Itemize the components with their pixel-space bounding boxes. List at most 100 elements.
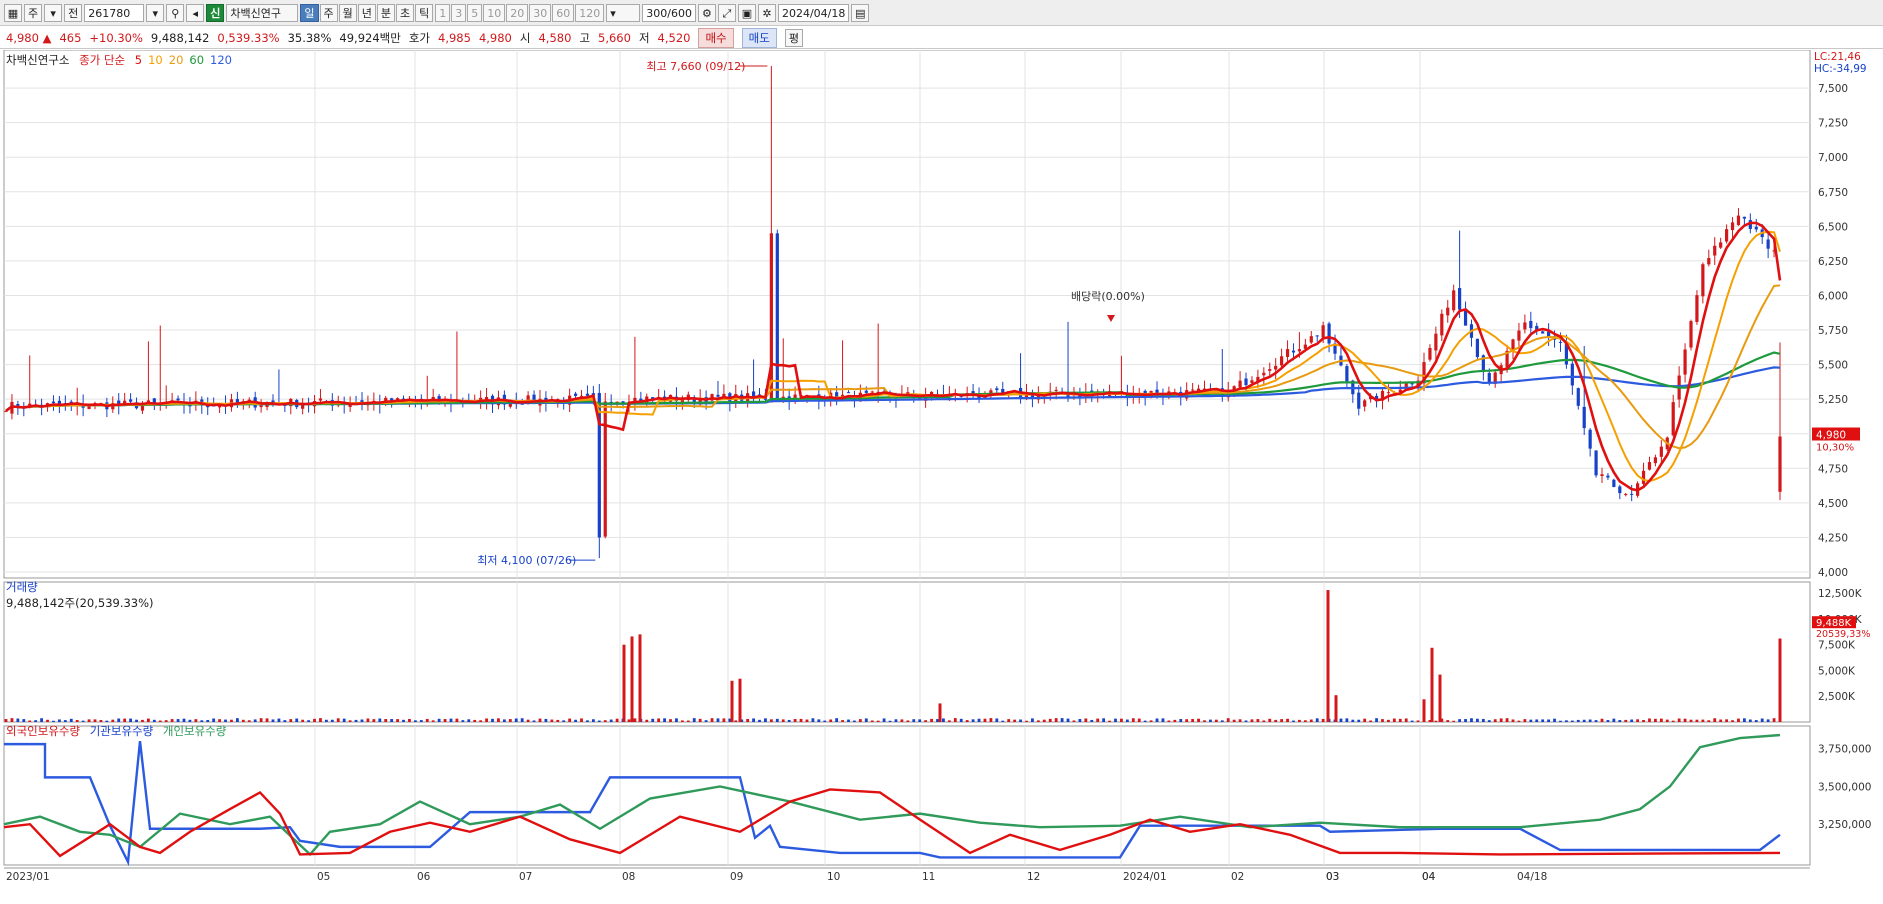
search-icon[interactable]: ⚲ — [166, 3, 185, 22]
volume-bar — [1754, 720, 1758, 722]
high-annotation: 최고 7,660 (09/12) — [646, 60, 745, 73]
candle-body — [1309, 336, 1313, 343]
volume-bar — [366, 718, 370, 722]
volume-bar — [675, 718, 678, 722]
volume-bar — [686, 720, 690, 722]
volume-bar — [247, 720, 251, 722]
ma-legend-20: 20 — [168, 53, 184, 67]
volume-pct: 0,539.33% — [217, 30, 280, 45]
volume-bar — [1191, 719, 1195, 722]
volume-bar — [989, 718, 993, 722]
count-input[interactable]: 300/600 — [642, 3, 696, 22]
stock-chart[interactable]: 7,500 7,250 7,000 6,750 6,500 6,250 6,000 5,750… — [0, 50, 1883, 904]
volume-bar — [1772, 718, 1776, 722]
volume-bar — [1766, 719, 1770, 722]
foreign-label: 외국인보유수량 — [6, 724, 81, 738]
interval-button-5[interactable]: 30 — [529, 3, 552, 22]
period-button-6[interactable]: 틱 — [415, 3, 434, 22]
candle-body — [1719, 242, 1723, 248]
settings-icon[interactable]: ⚙ — [697, 3, 716, 22]
volume-bar — [746, 718, 750, 722]
volume-bar — [170, 719, 174, 722]
interval-button-1[interactable]: 3 — [451, 3, 467, 22]
volume-bar — [811, 718, 815, 722]
stock-name[interactable]: 차백신연구 — [226, 3, 299, 22]
interval-dropdown[interactable]: ▾ — [606, 3, 641, 22]
gear-icon[interactable]: ✲ — [757, 3, 776, 22]
x-tick-label: 08 — [622, 871, 635, 883]
volume-bar — [146, 718, 150, 722]
chart-type-icon[interactable]: ▦ — [4, 3, 22, 22]
interval-button-4[interactable]: 20 — [506, 3, 529, 22]
speaker-icon[interactable]: ◂ — [186, 3, 205, 22]
volume-bar — [307, 720, 310, 722]
volume-bar — [413, 720, 417, 722]
volume-bar — [1167, 720, 1171, 722]
candle-body — [1250, 380, 1254, 383]
even-button[interactable]: 평 — [784, 28, 803, 47]
volume-bar — [319, 718, 322, 722]
volume-bar — [947, 720, 951, 722]
interval-button-7[interactable]: 120 — [575, 3, 605, 22]
candle-body — [1541, 331, 1545, 334]
volume-bar — [568, 718, 572, 722]
code-input[interactable]: 261780 — [84, 3, 145, 22]
period-button-5[interactable]: 초 — [396, 3, 415, 22]
period-button-1[interactable]: 주 — [319, 3, 338, 22]
volume-bar — [1529, 719, 1533, 722]
volume-bar — [10, 718, 14, 722]
period-button-3[interactable]: 년 — [357, 3, 376, 22]
volume-bar — [1570, 720, 1574, 722]
save-icon[interactable]: ▣ — [737, 3, 756, 22]
price-tick-label: 7,250 — [1818, 118, 1848, 130]
period-type-select[interactable]: 주 — [24, 3, 43, 22]
ma-type-label: 종가 단순 — [79, 53, 126, 67]
interval-button-6[interactable]: 60 — [552, 3, 575, 22]
buy-button[interactable]: 매수 — [698, 27, 734, 48]
volume-bar — [615, 718, 619, 722]
chart-tool-icon[interactable]: ⤢ — [717, 3, 736, 22]
calendar-icon[interactable]: ▤ — [851, 3, 870, 22]
volume-bar — [396, 719, 399, 722]
period-button-4[interactable]: 분 — [376, 3, 395, 22]
volume-spike — [1430, 647, 1434, 722]
volume-bar — [1309, 719, 1313, 722]
period-button-0[interactable]: 일 — [300, 3, 319, 22]
amount: 49,924백만 — [339, 30, 401, 45]
ma-legend: 5 10 20 60 120 — [135, 53, 238, 67]
holding-tick-label: 3,500,000 — [1818, 781, 1871, 793]
chevron-down-icon[interactable]: ▾ — [44, 3, 63, 22]
period-button-2[interactable]: 월 — [338, 3, 357, 22]
volume-bar — [651, 718, 655, 722]
volume-bar — [461, 720, 465, 722]
volume-bar — [1600, 718, 1604, 722]
interval-button-0[interactable]: 1 — [435, 3, 451, 22]
volume-bar — [324, 719, 328, 722]
volume-bar — [591, 719, 595, 722]
volume-bar — [1250, 719, 1254, 722]
volume-bar — [241, 719, 245, 722]
volume-bar — [348, 720, 352, 722]
market-select[interactable]: 전 — [64, 3, 83, 22]
sell-button[interactable]: 매도 — [741, 27, 777, 48]
volume-bar — [977, 718, 981, 722]
open-label: 시 — [519, 30, 531, 45]
interval-button-3[interactable]: 10 — [483, 3, 506, 22]
candle-body — [1671, 402, 1675, 436]
x-tick-label: 02 — [1231, 871, 1244, 883]
interval-button-2[interactable]: 5 — [467, 3, 483, 22]
candle-body — [1647, 462, 1652, 470]
chevron-down-icon[interactable]: ▾ — [146, 3, 165, 22]
volume-bar — [1743, 718, 1746, 722]
candle-body — [1345, 366, 1349, 382]
volume-bar — [1677, 718, 1681, 722]
date-input[interactable]: 2024/04/18 — [777, 3, 850, 22]
x-tick-label: 04 — [1422, 871, 1436, 883]
candle-body — [1701, 264, 1705, 297]
volume-bar — [467, 719, 471, 722]
x-tick-label: 05 — [317, 871, 330, 883]
volume-bar — [1315, 718, 1319, 722]
volume-bar — [918, 719, 922, 722]
volume-bar — [835, 718, 839, 722]
volume-bar — [1648, 718, 1651, 722]
